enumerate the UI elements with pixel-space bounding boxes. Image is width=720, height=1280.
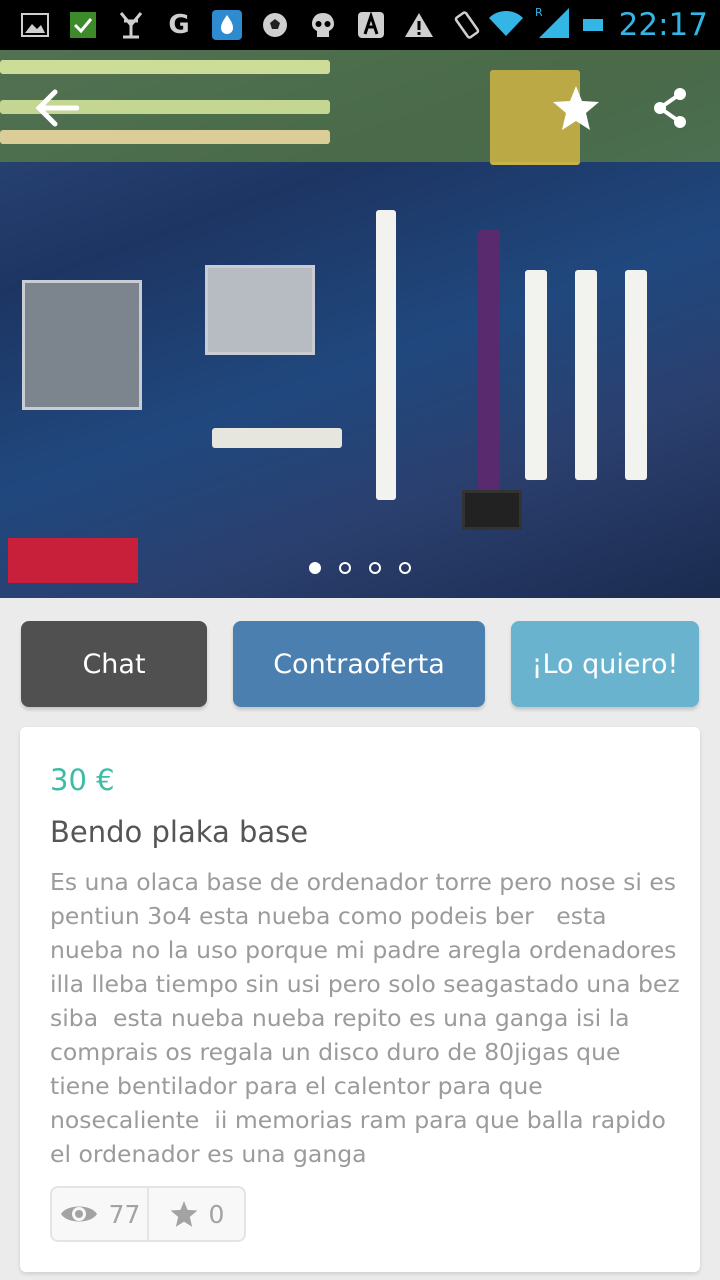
star-icon	[553, 86, 599, 130]
item-stats: 77 0	[50, 1186, 246, 1242]
counteroffer-button[interactable]: Contraoferta	[233, 621, 485, 707]
star-icon	[170, 1201, 197, 1227]
action-bar: Chat Contraoferta ¡Lo quiero!	[21, 621, 699, 707]
wifi-icon	[487, 8, 525, 43]
pci-slot	[575, 270, 597, 480]
pci-slot	[376, 210, 396, 500]
cpu-socket	[22, 280, 142, 410]
skull-icon	[306, 8, 340, 42]
ide-connector	[212, 428, 342, 448]
clock: 22:17	[618, 7, 708, 43]
soccer-ball-icon	[258, 8, 292, 42]
favorites-stat: 0	[147, 1188, 244, 1240]
share-icon	[654, 88, 686, 128]
parallel-port	[8, 538, 138, 583]
product-image-carousel[interactable]	[0, 50, 720, 598]
favorite-button[interactable]	[548, 80, 604, 136]
item-title: Bendo plaka base	[50, 815, 309, 849]
views-stat: 77	[52, 1188, 147, 1240]
chat-button[interactable]: Chat	[21, 621, 207, 707]
carousel-dot[interactable]	[399, 562, 411, 574]
a-icon	[354, 8, 388, 42]
views-count: 77	[108, 1199, 141, 1229]
item-description: Es una olaca base de ordenador torre per…	[50, 868, 688, 1168]
top-overlay	[0, 50, 720, 162]
image-icon	[18, 8, 52, 42]
bug-icon	[114, 8, 148, 42]
svg-text:R: R	[535, 6, 543, 19]
item-price: 30 €	[50, 763, 115, 797]
carousel-indicator	[0, 562, 720, 574]
io-chip	[462, 490, 522, 530]
back-arrow-icon	[35, 89, 79, 127]
status-bar: G R 22:17	[0, 0, 720, 50]
warning-icon	[402, 8, 436, 42]
signal-icon: R	[535, 6, 571, 45]
back-button[interactable]	[28, 80, 84, 136]
heatsink	[205, 265, 315, 355]
buy-button[interactable]: ¡Lo quiero!	[511, 621, 699, 707]
checkbox-icon	[66, 8, 100, 42]
water-drop-icon	[210, 8, 244, 42]
item-details-card: 30 € Bendo plaka base Es una olaca base …	[20, 727, 700, 1272]
g-icon: G	[168, 10, 190, 40]
carousel-dot[interactable]	[339, 562, 351, 574]
pci-slot	[625, 270, 647, 480]
favorites-count: 0	[208, 1199, 225, 1229]
pci-slot	[525, 270, 547, 480]
eye-icon	[60, 1206, 97, 1222]
rotate-icon	[450, 8, 484, 42]
carousel-dot[interactable]	[369, 562, 381, 574]
battery-icon	[581, 13, 605, 38]
share-button[interactable]	[642, 80, 698, 136]
pcie-slot	[478, 230, 500, 500]
carousel-dot[interactable]	[309, 562, 321, 574]
